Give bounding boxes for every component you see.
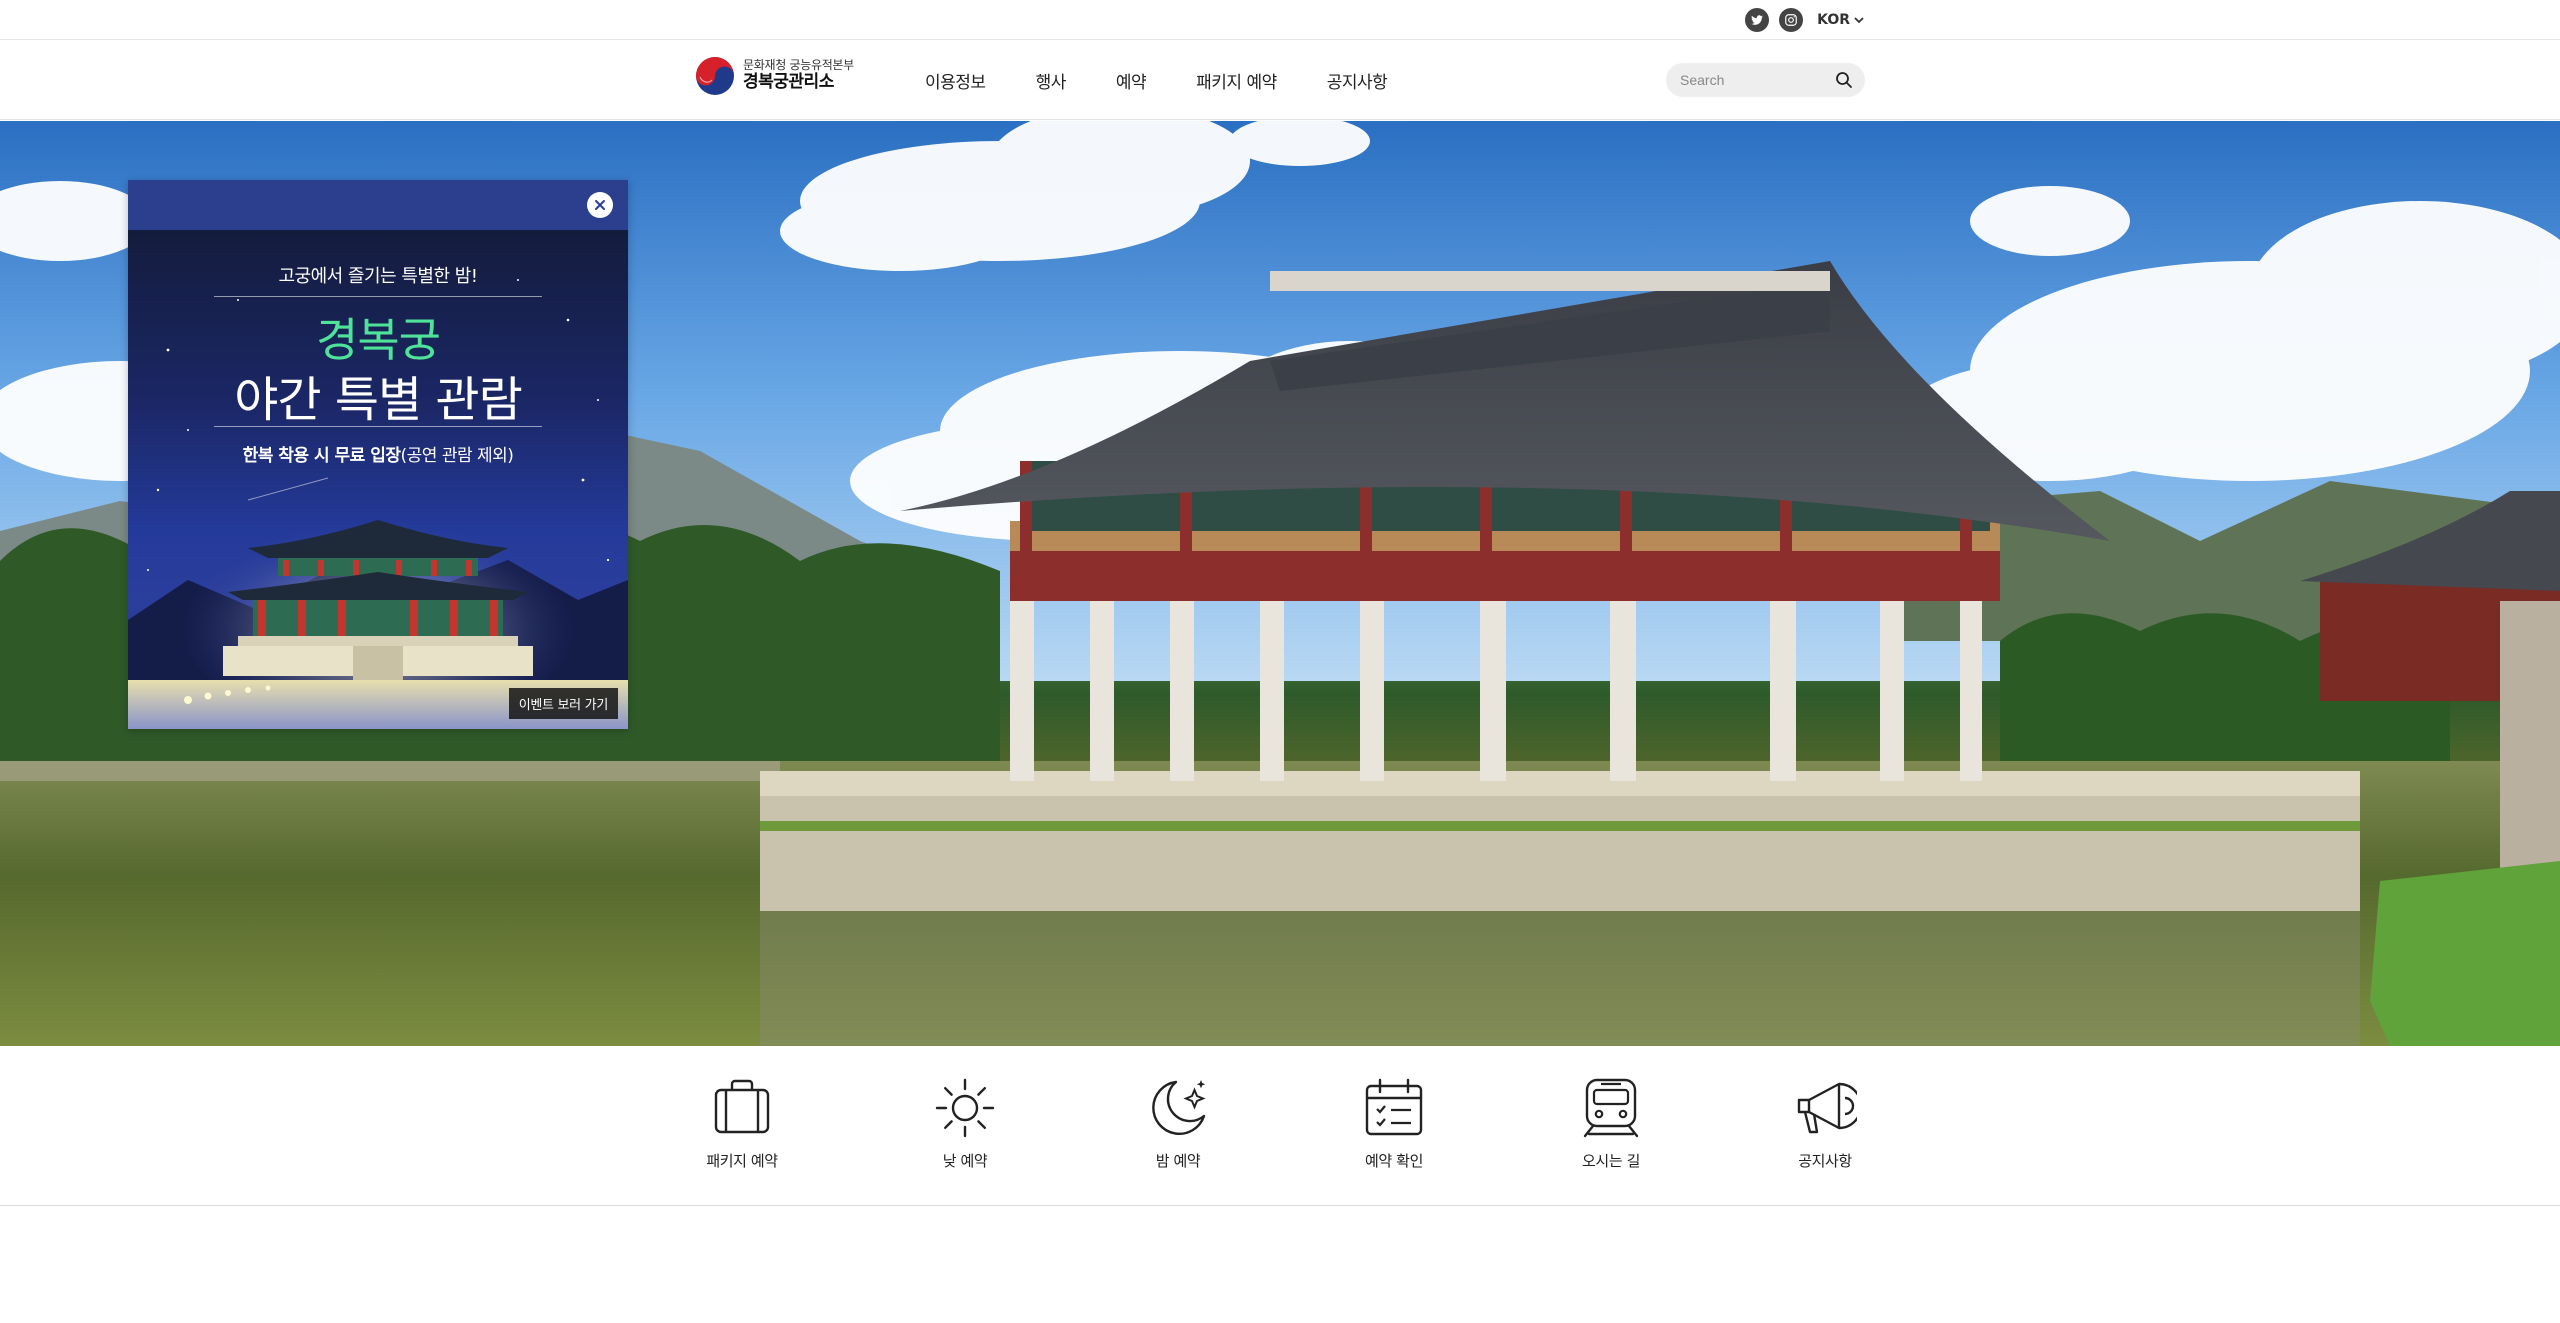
- popup-subtitle-bold: 한복 착용 시 무료 입장: [242, 446, 401, 466]
- quick-item-day-reservation[interactable]: 낮 예약: [895, 1076, 1035, 1186]
- calendar-check-icon: [1365, 1078, 1423, 1136]
- quick-menu: 패키지 예약 낮 예약 밤 예약 예약 확인 오시는 길 공지사항: [0, 1046, 2560, 1206]
- instagram-icon[interactable]: [1779, 8, 1804, 32]
- popup-banner[interactable]: 고궁에서 즐기는 특별한 밤! 경복궁 야간 특별 관람 한복 착용 시 무료 …: [128, 230, 628, 729]
- quick-item-package-reservation[interactable]: 패키지 예약: [672, 1076, 812, 1186]
- logo-subtitle: 문화재청 궁능유적본부: [743, 58, 854, 73]
- language-selector[interactable]: KOR: [1817, 12, 1865, 28]
- top-utility-bar: KOR: [0, 0, 2560, 40]
- quick-item-label: 낮 예약: [942, 1152, 988, 1170]
- popup-divider-bottom: [214, 426, 542, 427]
- nav-item-notice[interactable]: 공지사항: [1327, 68, 1388, 93]
- quick-item-notice[interactable]: 공지사항: [1755, 1076, 1895, 1186]
- moon-icon: [1152, 1080, 1206, 1135]
- popup-close-button[interactable]: [587, 192, 613, 218]
- popup-subtitle: 한복 착용 시 무료 입장(공연 관람 제외): [128, 441, 628, 466]
- quick-item-label: 예약 확인: [1365, 1152, 1423, 1170]
- nav-item-package-reservation[interactable]: 패키지 예약: [1196, 68, 1277, 93]
- quick-item-night-reservation[interactable]: 밤 예약: [1108, 1076, 1248, 1186]
- popup-tagline: 고궁에서 즐기는 특별한 밤!: [278, 266, 478, 287]
- popup-subtitle-note: (공연 관람 제외): [400, 446, 514, 466]
- utility-links: KOR: [1745, 7, 1865, 33]
- suitcase-icon: [714, 1079, 770, 1134]
- main-header: 문화재청 궁능유적본부 경복궁관리소 이용정보 행사 예약 패키지 예약 공지사…: [0, 40, 2560, 120]
- search-icon[interactable]: [1835, 71, 1853, 89]
- nav-item-reservation[interactable]: 예약: [1116, 68, 1147, 93]
- megaphone-icon: [1797, 1082, 1857, 1134]
- quick-item-label: 오시는 길: [1582, 1152, 1640, 1170]
- nav-item-info[interactable]: 이용정보: [925, 68, 986, 93]
- sun-icon: [935, 1078, 995, 1138]
- twitter-icon[interactable]: [1745, 8, 1770, 32]
- close-icon: [595, 200, 605, 210]
- language-label: KOR: [1817, 12, 1850, 28]
- main-navigation: 이용정보 행사 예약 패키지 예약 공지사항: [925, 40, 1437, 120]
- quick-item-reservation-check[interactable]: 예약 확인: [1324, 1076, 1464, 1186]
- event-popup: 고궁에서 즐기는 특별한 밤! 경복궁 야간 특별 관람 한복 착용 시 무료 …: [128, 180, 628, 729]
- taeguk-emblem-icon: [696, 57, 734, 95]
- popup-divider-top: [214, 296, 542, 297]
- nav-item-events[interactable]: 행사: [1036, 68, 1067, 93]
- train-icon: [1583, 1078, 1639, 1138]
- quick-item-label: 밤 예약: [1155, 1152, 1201, 1170]
- site-logo[interactable]: 문화재청 궁능유적본부 경복궁관리소: [695, 56, 854, 96]
- quick-item-label: 공지사항: [1798, 1152, 1852, 1170]
- search-box: [1666, 63, 1865, 97]
- logo-title: 경복궁관리소: [743, 72, 834, 93]
- popup-header: [128, 180, 628, 230]
- quick-item-directions[interactable]: 오시는 길: [1541, 1076, 1681, 1186]
- search-input[interactable]: [1680, 63, 1830, 97]
- event-view-button[interactable]: 이벤트 보러 가기: [508, 688, 618, 719]
- quick-item-label: 패키지 예약: [706, 1152, 778, 1170]
- chevron-down-icon: [1854, 17, 1864, 24]
- popup-title-line2: 야간 특별 관람: [234, 372, 522, 428]
